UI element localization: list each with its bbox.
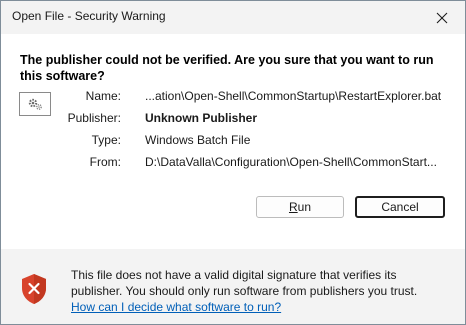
footer-message: This file does not have a valid digital … — [71, 268, 418, 298]
detail-row-publisher: Publisher: Unknown Publisher — [1, 111, 257, 127]
detail-row-from: From: D:\DataValla\Configuration\Open-Sh… — [1, 155, 437, 171]
security-warning-dialog: Open File - Security Warning The publish… — [0, 0, 466, 325]
detail-label: Name: — [85, 89, 121, 103]
security-shield-x-icon — [22, 274, 46, 304]
warning-question: The publisher could not be verified. Are… — [20, 53, 434, 83]
footer-message-block: This file does not have a valid digital … — [71, 267, 451, 315]
window-title: Open File - Security Warning — [12, 9, 166, 23]
detail-label: Type: — [91, 133, 121, 147]
close-icon — [436, 12, 448, 23]
run-button[interactable]: Run — [256, 196, 344, 218]
detail-value-name: ...ation\Open-Shell\CommonStartup\Restar… — [145, 89, 442, 103]
detail-value-publisher: Unknown Publisher — [145, 111, 258, 125]
detail-value-type: Windows Batch File — [145, 133, 251, 147]
close-button[interactable] — [419, 1, 465, 34]
detail-label: Publisher: — [67, 111, 121, 125]
run-mnemonic: R — [288, 200, 298, 214]
detail-value-from: D:\DataValla\Configuration\Open-Shell\Co… — [145, 155, 437, 169]
warning-footer: This file does not have a valid digital … — [1, 249, 465, 324]
help-link[interactable]: How can I decide what software to run? — [71, 299, 451, 315]
detail-row-name: Name: ...ation\Open-Shell\CommonStartup\… — [1, 89, 442, 105]
detail-row-type: Type: Windows Batch File — [1, 133, 251, 149]
title-bar[interactable]: Open File - Security Warning — [1, 1, 465, 34]
cancel-button[interactable]: Cancel — [355, 196, 445, 218]
detail-label: From: — [89, 155, 121, 169]
dialog-body: The publisher could not be verified. Are… — [1, 34, 465, 249]
run-label-rest: un — [297, 200, 312, 214]
